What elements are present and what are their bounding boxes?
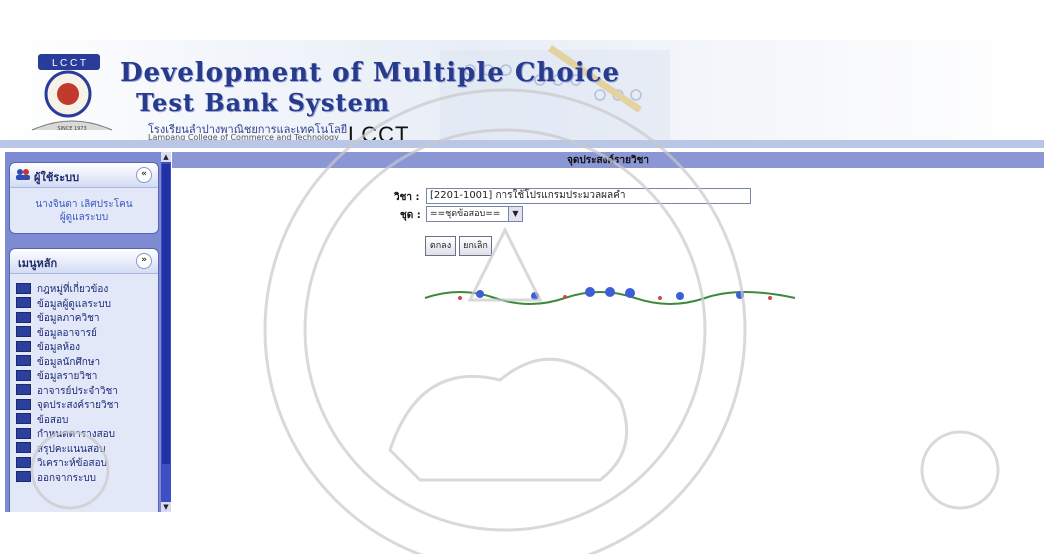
menu-bullet-icon xyxy=(16,355,31,366)
main-menu-panel: เมนูหลัก » กฎหมู่ที่เกี่ยวข้อง ข้อมูลผู้… xyxy=(9,248,159,512)
menu-bullet-icon xyxy=(16,311,31,323)
main-menu-list: กฎหมู่ที่เกี่ยวข้อง ข้อมูลผู้ดูแลระบบ ข้… xyxy=(10,274,158,485)
collapse-menu-button[interactable]: » xyxy=(136,253,152,269)
main-menu-title: เมนูหลัก xyxy=(18,257,58,270)
cancel-button[interactable]: ยกเลิก xyxy=(459,236,492,256)
logo-text: L C C T xyxy=(52,58,86,69)
menu-item-logout[interactable]: ออกจากระบบ xyxy=(16,471,158,486)
menu-item-label: จุดประสงค์รายวิชา xyxy=(37,400,119,411)
menu-bullet-icon xyxy=(16,282,31,294)
scrollbar-thumb[interactable] xyxy=(162,164,170,464)
menu-item-exam-analysis[interactable]: วิเคราะห์ข้อสอบ xyxy=(16,456,158,471)
menu-item-label: กฎหมู่ที่เกี่ยวข้อง xyxy=(37,284,109,295)
floral-divider xyxy=(424,287,796,305)
ok-button[interactable]: ตกลง xyxy=(425,236,456,256)
menu-item-departments[interactable]: ข้อมูลภาควิชา xyxy=(16,311,158,326)
content-header-bar: จุดประสงค์รายวิชา xyxy=(172,152,1044,168)
menu-bullet-icon xyxy=(16,369,31,381)
main-menu-header: เมนูหลัก » xyxy=(10,249,158,274)
menu-item-label: ข้อมูลภาควิชา xyxy=(37,313,100,324)
answer-sheet-graphic xyxy=(440,45,670,140)
menu-item-label: สรุปคะแนนสอบ xyxy=(37,443,106,455)
menu-item-label: ข้อมูลห้อง xyxy=(37,342,81,353)
sidebar-scrollbar[interactable]: ▲ ▼ xyxy=(161,152,171,512)
menu-item-students[interactable]: ข้อมูลนักศึกษา xyxy=(16,355,158,370)
banner-bottom-strip xyxy=(0,140,1044,148)
menu-bullet-icon xyxy=(16,326,31,337)
user-panel-title: ผู้ใช้ระบบ xyxy=(34,171,80,184)
menu-item-label: ข้อมูลอาจารย์ xyxy=(37,327,97,339)
set-label: ชุด : xyxy=(400,210,421,221)
subject-label: วิชา : xyxy=(394,192,420,203)
header-banner: L C C T SINCE 1973 Development of Multip… xyxy=(0,40,1044,148)
menu-item-exam-schedule[interactable]: กำหนดตารางสอบ xyxy=(16,427,158,442)
menu-bullet-icon xyxy=(16,384,31,395)
menu-bullet-icon xyxy=(16,427,31,439)
menu-item-subjects[interactable]: ข้อมูลรายวิชา xyxy=(16,369,158,384)
logo-caption: SINCE 1973 xyxy=(57,126,86,132)
menu-bullet-icon xyxy=(16,456,31,468)
users-icon xyxy=(16,169,30,180)
left-sidebar: ผู้ใช้ระบบ « นางจินดา เลิศประโคน ผู้ดูแล… xyxy=(5,152,161,512)
system-title-line2: Test Bank System xyxy=(136,88,391,117)
menu-bullet-icon xyxy=(16,398,31,410)
user-name[interactable]: นางจินดา เลิศประโคน xyxy=(16,198,152,211)
menu-item-subject-teachers[interactable]: อาจารย์ประจำวิชา xyxy=(16,384,158,399)
menu-bullet-icon xyxy=(16,413,31,424)
menu-item-related-laws[interactable]: กฎหมู่ที่เกี่ยวข้อง xyxy=(16,282,158,297)
menu-bullet-icon xyxy=(16,340,31,352)
menu-item-rooms[interactable]: ข้อมูลห้อง xyxy=(16,340,158,355)
menu-item-score-summary[interactable]: สรุปคะแนนสอบ xyxy=(16,442,158,457)
menu-item-label: ข้อสอบ xyxy=(37,414,69,426)
scroll-down-arrow-icon[interactable]: ▼ xyxy=(161,502,171,512)
menu-item-label: กำหนดตารางสอบ xyxy=(37,429,116,440)
user-panel: ผู้ใช้ระบบ « นางจินดา เลิศประโคน ผู้ดูแล… xyxy=(9,162,159,234)
menu-bullet-icon xyxy=(16,442,31,453)
page-title: จุดประสงค์รายวิชา xyxy=(567,155,649,166)
menu-bullet-icon xyxy=(16,471,31,482)
system-title-line1: Development of Multiple Choice xyxy=(120,58,621,88)
menu-item-teachers[interactable]: ข้อมูลอาจารย์ xyxy=(16,326,158,341)
menu-item-label: ข้อมูลรายวิชา xyxy=(37,371,98,382)
menu-item-label: ข้อมูลนักศึกษา xyxy=(37,356,101,368)
menu-item-subject-objectives[interactable]: จุดประสงค์รายวิชา xyxy=(16,398,158,413)
menu-item-label: ข้อมูลผู้ดูแลระบบ xyxy=(37,298,111,310)
menu-item-exams[interactable]: ข้อสอบ xyxy=(16,413,158,428)
lcct-logo: L C C T SINCE 1973 xyxy=(31,54,113,132)
menu-item-label: วิเคราะห์ข้อสอบ xyxy=(37,458,107,469)
scroll-up-arrow-icon[interactable]: ▲ xyxy=(161,152,171,162)
user-panel-header: ผู้ใช้ระบบ « xyxy=(10,163,158,188)
user-info: นางจินดา เลิศประโคน ผู้ดูแลระบบ xyxy=(10,188,158,224)
collapse-user-panel-button[interactable]: « xyxy=(136,167,152,183)
menu-item-admins[interactable]: ข้อมูลผู้ดูแลระบบ xyxy=(16,297,158,312)
menu-bullet-icon xyxy=(16,297,31,308)
menu-item-label: อาจารย์ประจำวิชา xyxy=(37,385,118,397)
menu-item-label: ออกจากระบบ xyxy=(37,472,97,484)
chevron-down-icon[interactable]: ▼ xyxy=(508,207,522,221)
exam-set-select[interactable]: ==ชุดข้อสอบ== ▼ xyxy=(426,206,523,222)
user-role[interactable]: ผู้ดูแลระบบ xyxy=(16,211,152,224)
subject-field[interactable]: [2201-1001] การใช้โปรแกรมประมวลผลคำ xyxy=(426,188,751,204)
exam-set-selected-value: ==ชุดข้อสอบ== xyxy=(430,209,501,219)
